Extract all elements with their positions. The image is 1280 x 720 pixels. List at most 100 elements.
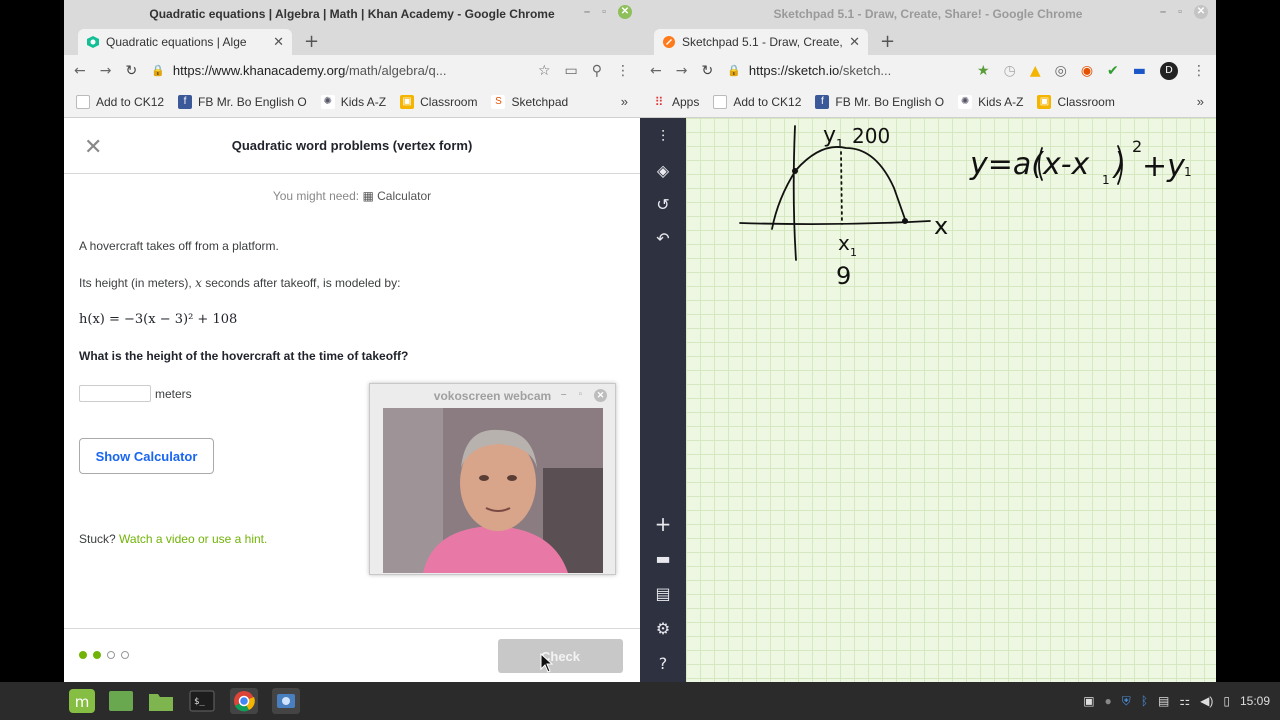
check-button[interactable]: Check <box>498 639 623 673</box>
vokoscreen-icon[interactable] <box>272 688 300 714</box>
desktop: Quadratic equations | Algebra | Math | K… <box>0 0 1280 720</box>
folder-icon[interactable]: ▬ <box>652 548 674 570</box>
problem-text: A hovercraft takes off from a platform. <box>79 239 279 253</box>
right-bookmarks-bar: ⠿ Apps Add to CK12 f FB Mr. Bo English O ✺… <box>640 86 1216 118</box>
settings-icon[interactable]: ⚙ <box>652 618 674 640</box>
bookmarks-more-icon[interactable]: » <box>1197 94 1204 109</box>
forward-icon[interactable]: → <box>100 63 112 79</box>
maximize-icon[interactable]: ▫ <box>578 389 582 402</box>
layers-icon[interactable]: ◈ <box>652 160 674 182</box>
minimize-icon[interactable]: – <box>561 389 567 402</box>
record-icon[interactable]: ● <box>1105 694 1112 708</box>
cast-icon[interactable]: ▭ <box>565 63 578 79</box>
y-axis-stroke <box>792 125 797 261</box>
bookmark-item[interactable]: f FB Mr. Bo English O <box>815 94 944 109</box>
undo-icon[interactable]: ↶ <box>652 228 674 250</box>
extension-icon[interactable]: ◷ <box>1004 63 1016 79</box>
bookmark-item[interactable]: ✺ Kids A-Z <box>958 94 1023 109</box>
bookmark-item[interactable]: Add to CK12 <box>713 94 801 109</box>
clipboard-icon[interactable]: ▯ <box>1223 694 1230 708</box>
tools-icon[interactable]: ⫶ <box>652 126 674 148</box>
chrome-icon[interactable] <box>230 688 258 714</box>
bookmark-star-icon[interactable]: ★ <box>977 63 990 79</box>
drawing-canvas[interactable]: y 1 200 x x 1 9 y=a(x-x 1 ) 2 +y 1 <box>686 118 1216 682</box>
calculator-link[interactable]: ▦ Calculator <box>362 189 431 203</box>
maximize-icon[interactable]: ▫ <box>1178 6 1182 18</box>
extension-icon[interactable]: ◎ <box>1055 63 1067 79</box>
extension-icon[interactable]: ▬ <box>1133 63 1146 79</box>
close-window-icon[interactable]: ✕ <box>1194 5 1208 19</box>
mouse-cursor-icon <box>540 653 554 673</box>
extension-icon[interactable]: ◉ <box>1081 63 1093 79</box>
progress-dot <box>79 651 87 659</box>
left-titlebar[interactable]: Quadratic equations | Algebra | Math | K… <box>64 0 640 27</box>
bookmark-item[interactable]: ▣ Classroom <box>1037 94 1115 109</box>
files-folder-icon[interactable] <box>147 688 175 714</box>
bookmark-star-icon[interactable]: ☆ <box>538 63 551 79</box>
y-intercept-dot <box>792 168 798 174</box>
add-icon[interactable]: + <box>652 513 674 535</box>
classroom-icon: ▣ <box>400 94 415 109</box>
close-window-icon[interactable]: ✕ <box>594 389 607 402</box>
back-icon[interactable]: ← <box>650 63 662 79</box>
question: What is the height of the hovercraft at … <box>79 349 409 363</box>
new-tab-icon[interactable]: + <box>304 31 319 52</box>
drive-icon[interactable]: ▲ <box>1030 63 1041 79</box>
page-icon <box>713 94 728 109</box>
you-might-need: You might need: ▦ Calculator <box>272 189 432 203</box>
new-tab-icon[interactable]: + <box>880 31 895 52</box>
show-desktop-icon[interactable] <box>107 688 135 714</box>
screenshot-icon[interactable]: ▣ <box>1083 694 1094 708</box>
mint-menu-icon[interactable]: m <box>68 688 96 714</box>
menu-icon[interactable]: ⋮ <box>1192 63 1206 79</box>
save-icon[interactable]: ▤ <box>652 583 674 605</box>
vertex-formula-part: +y <box>1142 149 1186 184</box>
check-extension-icon[interactable]: ✔ <box>1107 63 1119 79</box>
volume-icon[interactable]: ◀) <box>1200 694 1213 708</box>
bookmark-item[interactable]: ✺ Kids A-Z <box>320 94 386 109</box>
sketch-drawing: y 1 200 x x 1 9 y=a(x-x 1 ) 2 +y 1 <box>739 123 1192 290</box>
address-bar[interactable]: 🔒 https://sketch.io/sketch... <box>727 63 963 78</box>
keyboard-layout-flag-icon[interactable]: ▤ <box>1158 694 1169 708</box>
back-icon[interactable]: ← <box>74 63 86 79</box>
terminal-icon[interactable]: $_ <box>188 688 216 714</box>
menu-icon[interactable]: ⋮ <box>616 63 630 79</box>
history-icon[interactable]: ↺ <box>652 194 674 216</box>
reload-icon[interactable]: ↻ <box>125 63 137 79</box>
minimize-icon[interactable]: – <box>1160 6 1166 18</box>
bluetooth-icon[interactable]: ᛒ <box>1141 694 1148 708</box>
tab-close-icon[interactable]: ✕ <box>849 34 860 50</box>
reload-icon[interactable]: ↻ <box>701 63 713 79</box>
close-window-icon[interactable]: ✕ <box>618 5 632 19</box>
answer-input[interactable] <box>79 385 151 402</box>
bookmark-item[interactable]: Add to CK12 <box>76 94 164 109</box>
right-toolbar: ← → ↻ 🔒 https://sketch.io/sketch... ★ ◷ … <box>640 55 1216 86</box>
hint-link[interactable]: Watch a video or use a hint. <box>119 532 267 546</box>
tab-khan-academy[interactable]: Quadratic equations | Alge ✕ <box>78 29 292 55</box>
clock[interactable]: 15:09 <box>1240 694 1270 708</box>
khan-academy-window: Quadratic equations | Algebra | Math | K… <box>64 0 640 682</box>
bookmark-item[interactable]: ⠿ Apps <box>652 95 700 109</box>
shield-icon[interactable]: ⛨ <box>1122 694 1131 709</box>
address-bar[interactable]: 🔒 https://www.khanacademy.org/math/algeb… <box>151 63 524 78</box>
tab-sketchpad[interactable]: Sketchpad 5.1 - Draw, Create, S ✕ <box>654 29 868 55</box>
network-icon[interactable]: ⚏ <box>1179 694 1190 708</box>
bookmark-item[interactable]: f FB Mr. Bo English O <box>178 94 307 109</box>
profile-avatar[interactable]: D <box>1160 61 1178 80</box>
bookmarks-more-icon[interactable]: » <box>621 94 628 109</box>
webcam-window[interactable]: vokoscreen webcam – ▫ ✕ <box>369 383 616 575</box>
close-exercise-icon[interactable]: ✕ <box>84 134 102 160</box>
right-titlebar[interactable]: Sketchpad 5.1 - Draw, Create, Share! - G… <box>640 0 1216 27</box>
tab-label: Sketchpad 5.1 - Draw, Create, S <box>682 35 844 49</box>
sketchpad-toolbar: ⫶ ◈ ↺ ↶ + ▬ ▤ ⚙ ? <box>640 118 686 682</box>
bookmark-item[interactable]: S Sketchpad <box>491 94 568 109</box>
maximize-icon[interactable]: ▫ <box>602 6 606 18</box>
extension-icon[interactable]: ⚲ <box>592 63 602 79</box>
webcam-titlebar[interactable]: vokoscreen webcam – ▫ ✕ <box>370 384 615 408</box>
show-calculator-button[interactable]: Show Calculator <box>79 438 214 474</box>
forward-icon[interactable]: → <box>676 63 688 79</box>
tab-close-icon[interactable]: ✕ <box>273 34 284 50</box>
minimize-icon[interactable]: – <box>584 6 590 18</box>
bookmark-item[interactable]: ▣ Classroom <box>400 94 477 109</box>
help-icon[interactable]: ? <box>652 653 674 675</box>
